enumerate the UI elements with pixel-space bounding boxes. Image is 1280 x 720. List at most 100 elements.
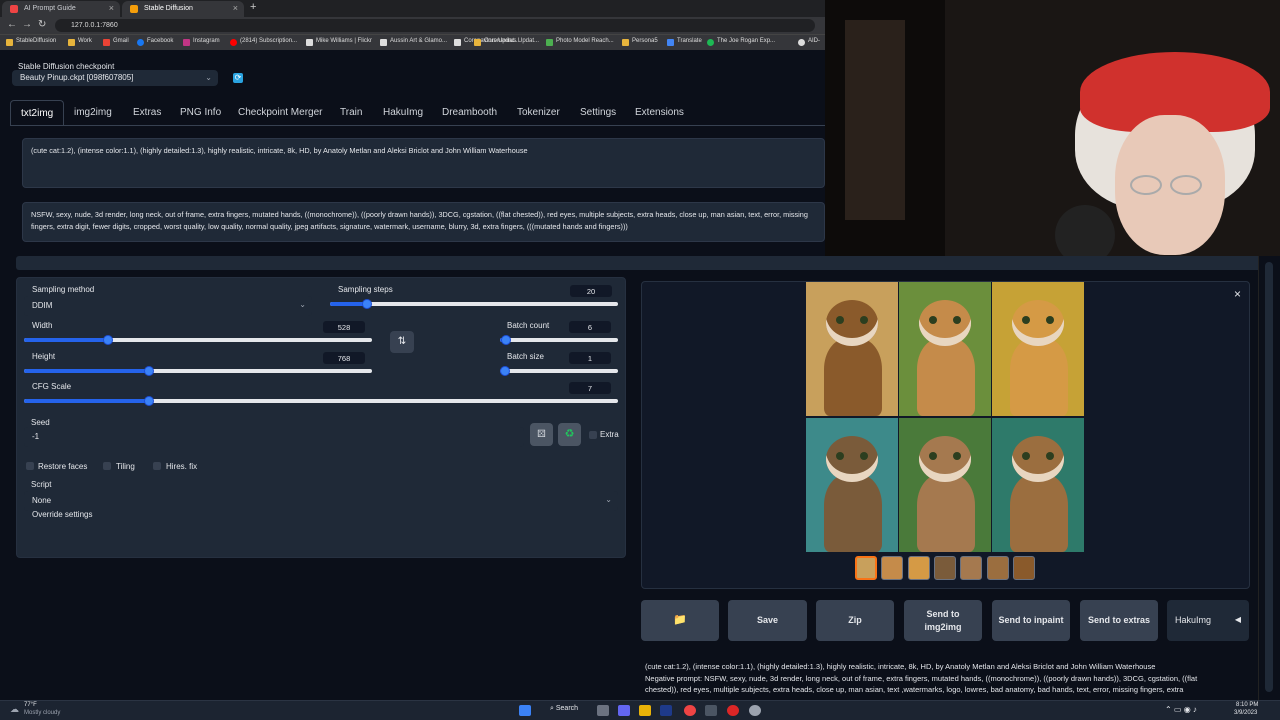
- width-slider[interactable]: [24, 335, 372, 345]
- slider-handle[interactable]: [143, 396, 154, 406]
- tab-settings[interactable]: Settings: [570, 100, 626, 126]
- hakuimg-dropdown[interactable]: HakuImg ◀: [1167, 600, 1249, 641]
- taskbar-search[interactable]: ⌕ Search: [550, 705, 578, 713]
- prompt-textarea[interactable]: (cute cat:1.2), (intense color:1.1), (hi…: [22, 138, 825, 188]
- width-input[interactable]: 528: [323, 321, 365, 333]
- generated-image[interactable]: [899, 282, 991, 416]
- batch-size-input[interactable]: 1: [569, 352, 611, 364]
- slider-handle[interactable]: [500, 366, 510, 376]
- reuse-seed-recycle-icon[interactable]: ♻: [558, 423, 581, 446]
- slider-handle[interactable]: [102, 335, 113, 345]
- sampling-method-select[interactable]: DDIM ⌄: [24, 296, 312, 316]
- close-icon[interactable]: ×: [1234, 287, 1241, 301]
- tab-txt2img[interactable]: txt2img: [10, 100, 65, 126]
- gallery-thumbnail[interactable]: [1012, 556, 1035, 580]
- gallery-thumbnail[interactable]: [986, 556, 1009, 580]
- obs-icon[interactable]: [727, 705, 739, 716]
- forward-icon[interactable]: →: [22, 19, 32, 30]
- tab-tokenizer[interactable]: Tokenizer: [507, 100, 570, 126]
- swap-dimensions-button[interactable]: ⇅: [390, 331, 414, 353]
- tab-checkpoint-merger[interactable]: Checkpoint Merger: [228, 100, 332, 126]
- save-button[interactable]: Save: [728, 600, 807, 641]
- bookmark-item[interactable]: The Joe Rogan Exp...: [707, 38, 775, 46]
- height-slider[interactable]: [24, 366, 372, 376]
- batch-count-input[interactable]: 6: [569, 321, 611, 333]
- generated-image[interactable]: [806, 418, 898, 552]
- generated-image[interactable]: [806, 282, 898, 416]
- tab-hakuimg[interactable]: HakuImg: [373, 100, 433, 126]
- negative-prompt-textarea[interactable]: NSFW, sexy, nude, 3d render, long neck, …: [22, 202, 825, 242]
- send-to-extras-button[interactable]: Send to extras: [1080, 600, 1158, 641]
- bookmark-item[interactable]: Work: [68, 38, 92, 46]
- send-to-inpaint-button[interactable]: Send to inpaint: [992, 600, 1070, 641]
- back-icon[interactable]: ←: [7, 19, 17, 30]
- send-to-img2img-button[interactable]: Send to img2img: [904, 600, 982, 641]
- refresh-checkpoint-button[interactable]: ⟳: [233, 73, 243, 83]
- app-icon[interactable]: [660, 705, 672, 716]
- tab-extras[interactable]: Extras: [123, 100, 171, 126]
- extra-seed-checkbox[interactable]: [589, 431, 597, 439]
- browser-tab[interactable]: AI Prompt Guide ×: [2, 1, 120, 17]
- bookmark-item[interactable]: StableDiffusion: [6, 38, 56, 46]
- override-settings-label[interactable]: Override settings: [32, 510, 92, 519]
- open-folder-button[interactable]: 📁: [641, 600, 719, 641]
- bookmark-item[interactable]: AID-: [798, 38, 820, 46]
- tab-png-info[interactable]: PNG Info: [170, 100, 231, 126]
- sampling-steps-input[interactable]: 20: [570, 285, 612, 297]
- restore-faces-checkbox[interactable]: [26, 462, 34, 470]
- settings-gear-icon[interactable]: [749, 705, 761, 716]
- tiling-checkbox[interactable]: [103, 462, 111, 470]
- file-explorer-icon[interactable]: [639, 705, 651, 716]
- zip-button[interactable]: Zip: [816, 600, 894, 641]
- bookmark-item[interactable]: Photo Model Reach...: [546, 38, 614, 46]
- bookmark-item[interactable]: Aussin Art & Glamo...: [380, 38, 447, 46]
- bookmark-item[interactable]: Gmail: [103, 38, 129, 46]
- height-input[interactable]: 768: [323, 352, 365, 364]
- cfg-scale-slider[interactable]: [24, 396, 618, 406]
- batch-count-slider[interactable]: [500, 335, 618, 345]
- bookmark-item[interactable]: Persona5: [622, 38, 658, 46]
- new-tab-button[interactable]: +: [250, 1, 256, 13]
- gallery-thumbnail[interactable]: [960, 556, 983, 580]
- system-tray-icons[interactable]: ⌃ ▭ ◉ ♪: [1165, 705, 1197, 714]
- gallery-thumbnail[interactable]: [907, 556, 930, 580]
- seed-input[interactable]: -1: [24, 427, 524, 447]
- bookmark-item[interactable]: (2814) Subscription...: [230, 38, 297, 46]
- sampling-steps-slider[interactable]: [330, 299, 618, 309]
- browser-tab-active[interactable]: Stable Diffusion ×: [122, 1, 244, 17]
- gallery-thumbnail[interactable]: [855, 556, 877, 580]
- terminal-icon[interactable]: [705, 705, 717, 716]
- bookmark-item[interactable]: Translate: [667, 38, 702, 46]
- reload-icon[interactable]: ↻: [38, 19, 46, 30]
- batch-size-slider[interactable]: [500, 366, 618, 376]
- slider-handle[interactable]: [500, 335, 511, 345]
- close-tab-icon[interactable]: ×: [233, 3, 238, 13]
- generated-image[interactable]: [899, 418, 991, 552]
- gallery-thumbnail[interactable]: [881, 556, 904, 580]
- tab-dreambooth[interactable]: Dreambooth: [432, 100, 507, 126]
- bookmark-item[interactable]: Mike Williams | Flickr: [306, 38, 372, 46]
- url-input[interactable]: 127.0.0.1:7860: [55, 19, 815, 32]
- bookmark-item[interactable]: Instagram: [183, 38, 220, 46]
- height-label: Height: [32, 352, 56, 361]
- bookmark-item[interactable]: Facebook: [137, 38, 173, 46]
- checkpoint-select[interactable]: Beauty Pinup.ckpt [098f607805] ⌄: [12, 70, 218, 86]
- gallery-thumbnail[interactable]: [933, 556, 956, 580]
- weather-icon[interactable]: ☁: [10, 704, 19, 715]
- random-seed-dice-icon[interactable]: ⚄: [530, 423, 553, 446]
- windows-start-icon[interactable]: [519, 705, 531, 716]
- tab-train[interactable]: Train: [330, 100, 372, 126]
- script-select[interactable]: None ⌄: [24, 491, 618, 511]
- tab-extensions[interactable]: Extensions: [625, 100, 694, 126]
- scrollbar[interactable]: [1258, 256, 1280, 700]
- task-view-icon[interactable]: [597, 705, 609, 716]
- generated-image[interactable]: [992, 282, 1084, 416]
- tab-img2img[interactable]: img2img: [64, 100, 122, 126]
- cfg-scale-input[interactable]: 7: [569, 382, 611, 394]
- hires-fix-checkbox[interactable]: [153, 462, 161, 470]
- chrome-icon[interactable]: [684, 705, 696, 716]
- generated-image[interactable]: [992, 418, 1084, 552]
- bookmark-item[interactable]: Coronavirus Updat...: [474, 38, 539, 46]
- teams-icon[interactable]: [618, 705, 630, 716]
- close-tab-icon[interactable]: ×: [109, 3, 114, 13]
